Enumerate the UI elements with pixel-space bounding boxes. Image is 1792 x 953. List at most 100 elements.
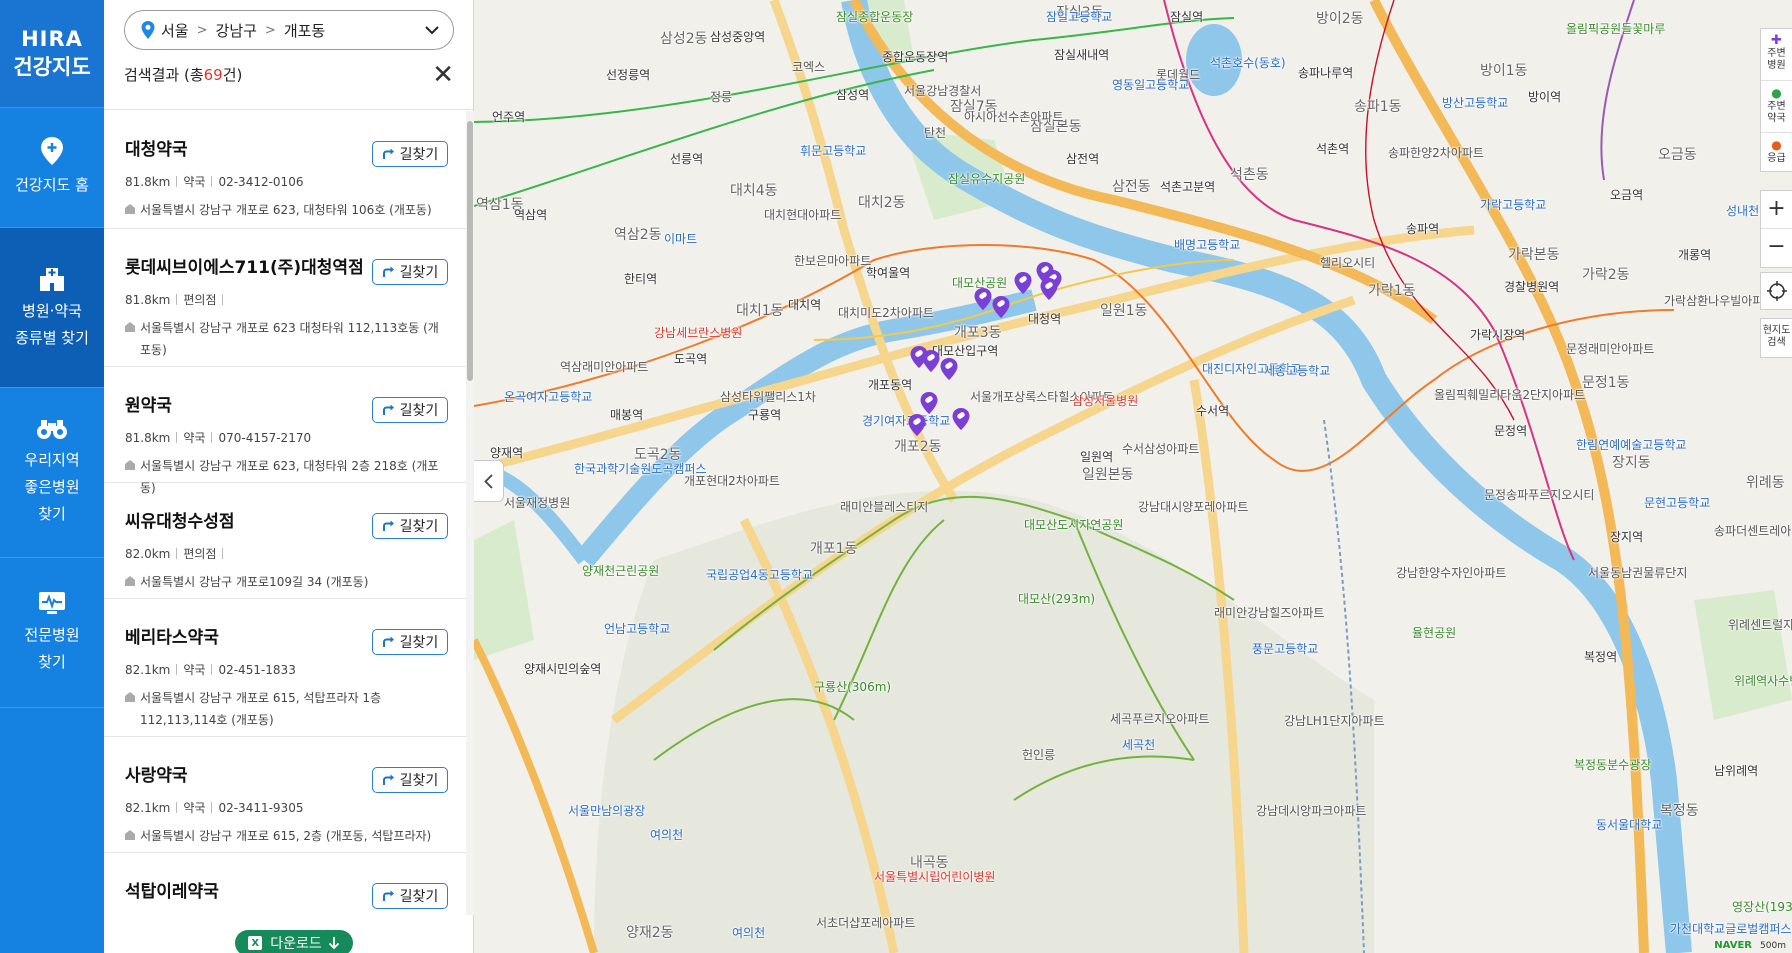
map-label: 양재2동 (626, 925, 674, 941)
result-address: 서울특별시 강남구 개포로 623 대청타워 112,113호동 (개포동) (140, 321, 439, 357)
map-label: 잠실역 (1170, 10, 1204, 24)
map-label: 대치현대아파트 (764, 208, 842, 222)
route-button[interactable]: 길찾기 (372, 259, 448, 285)
map-label: 성내천 (1726, 204, 1760, 218)
location-selector[interactable]: 서울 > 강남구 > 개포동 (124, 10, 454, 50)
crosshair-icon (1766, 281, 1787, 301)
map-label: 남위례역 (1714, 764, 1759, 778)
map-label: 서울재정병원 (504, 496, 571, 510)
location-pin-icon (141, 21, 155, 39)
map-label: 대모산도시자연공원 (1024, 518, 1124, 532)
map-label: 강남LH1단지아파트 (1284, 714, 1385, 728)
map-label: 헌인릉 (1022, 748, 1056, 762)
map-label: 삼성역 (836, 88, 870, 102)
list-item[interactable]: 씨유대청수성점 길찾기 82.0km 편의점 서울특별시 강남구 개포로109길 … (104, 483, 466, 599)
emergency-icon: ● (1771, 138, 1782, 152)
pharmacy-marker-icon[interactable] (974, 288, 992, 310)
result-meta: 82.1km 약국 02-3411-9305 (125, 799, 448, 816)
nav-item-good-hospital[interactable]: 우리지역 좋은병원 찾기 (0, 388, 104, 558)
collapse-panel-button[interactable] (474, 460, 504, 502)
map-label: 오금동 (1658, 147, 1697, 163)
nav-item-specialty-label: 전문병원 찾기 (24, 625, 80, 671)
my-location-button[interactable] (1760, 272, 1792, 310)
zoom-in-button[interactable]: + (1761, 191, 1792, 229)
map-label: 개포현대2차아파트 (684, 474, 780, 488)
list-item[interactable]: 롯데씨브이에스711(주)대청역점 길찾기 81.8km 편의점 서울특별시 강남… (104, 229, 466, 367)
list-item[interactable]: 사랑약국 길찾기 82.1km 약국 02-3411-9305 서울특별시 강남구 … (104, 737, 466, 853)
close-icon[interactable]: ✕ (432, 62, 454, 88)
home-icon (125, 576, 135, 586)
map-label: 위례동 (1746, 475, 1785, 491)
map-label: 헬리오시티 (1320, 256, 1376, 270)
route-label: 길찾기 (399, 889, 439, 905)
search-this-area-button[interactable]: 현지도 검색 (1760, 318, 1792, 358)
result-panel: 서울 > 강남구 > 개포동 검색결과 (총 69 건) ✕ 대청약국 길찾기 8… (104, 0, 474, 953)
nav-item-specialty[interactable]: 전문병원 찾기 (0, 558, 104, 708)
map-label: 서울특별시립어린이병원 (874, 870, 996, 884)
pharmacy-marker-icon[interactable] (908, 414, 926, 436)
map-label: 복정역 (1584, 650, 1618, 664)
route-arrow-icon (382, 890, 394, 901)
map-label: 종합운동장역 (882, 50, 949, 64)
nav-item-home[interactable]: 건강지도 홈 (0, 108, 104, 228)
map-label: 강남한양수자인아파트 (1396, 566, 1507, 580)
list-item[interactable]: 대청약국 길찾기 81.8km 약국 02-3412-0106 서울특별시 강남구 … (104, 111, 466, 229)
map-label: 삼성2동 (660, 31, 708, 47)
map-label: 대치2동 (858, 195, 906, 211)
map-label: 대모산입구역 (932, 344, 999, 358)
nav-item-hospital-type[interactable]: 병원·약국 종류별 찾기 (0, 228, 104, 388)
scrollbar-thumb[interactable] (467, 121, 473, 381)
route-arrow-icon (382, 404, 394, 415)
download-button[interactable]: X 다운로드 (235, 930, 353, 953)
list-item[interactable]: 석탑이레약국 길찾기 (104, 853, 466, 915)
pharmacy-marker-icon[interactable] (1040, 278, 1058, 300)
map-label: 잠실종합운동장 (836, 10, 914, 24)
nav-item-good-hospital-label: 우리지역 좋은병원 찾기 (24, 451, 80, 523)
list-item[interactable]: 원약국 길찾기 81.8km 약국 070-4157-2170 서울특별시 강남구 … (104, 367, 466, 495)
map-label: 석촌고분역 (1160, 180, 1216, 194)
logo-line1: HIRA (21, 26, 83, 51)
result-list[interactable]: 대청약국 길찾기 81.8km 약국 02-3412-0106 서울특별시 강남구 … (104, 111, 466, 915)
map-label: 풍문고등학교 (1252, 642, 1319, 656)
list-item[interactable]: 베리타스약국 길찾기 82.1km 약국 02-451-1833 서울특별시 강남구… (104, 599, 466, 737)
nearby-hospital-button[interactable]: ✚ 주변 병원 (1761, 29, 1792, 81)
map-label: 방이1동 (1480, 63, 1528, 79)
pharmacy-marker-icon[interactable] (922, 350, 940, 372)
zoom-out-button[interactable]: − (1761, 229, 1792, 267)
map-label: 아시아선수촌아파트 (964, 110, 1064, 124)
map-label: 잠실유수지공원 (948, 172, 1026, 186)
location-pin-icon (41, 137, 63, 165)
result-count-row: 검색결과 (총 69 건) ✕ (124, 62, 454, 88)
home-icon (125, 692, 135, 702)
result-list-scrollbar[interactable] (466, 111, 474, 915)
pharmacy-marker-icon[interactable] (992, 296, 1010, 318)
map-label: 가락고등학교 (1480, 198, 1547, 212)
result-distance: 81.8km (125, 292, 171, 307)
main-nav: HIRA 건강지도 건강지도 홈 병원·약국 종류별 찾기 우리지역 좋은병원 … (0, 0, 104, 953)
map-label: 배명고등학교 (1174, 238, 1241, 252)
pharmacy-marker-icon[interactable] (952, 408, 970, 430)
route-button[interactable]: 길찾기 (372, 629, 448, 655)
route-button[interactable]: 길찾기 (372, 883, 448, 909)
pharmacy-marker-icon[interactable] (1014, 272, 1032, 294)
chevron-left-icon (484, 473, 493, 489)
route-button[interactable]: 길찾기 (372, 397, 448, 423)
map[interactable]: 잠실3동 방이2동 잠실역 삼성2동 삼성중앙역 잠실종합운동장 잠일고등학교 종합운동장역 잠… (474, 0, 1792, 953)
nearby-pharmacy-button[interactable]: ● 주변 약국 (1761, 81, 1792, 133)
pharmacy-marker-icon[interactable] (920, 392, 938, 414)
nearby-hospital-label: 주변 병원 (1767, 48, 1786, 71)
map-label: 가락본동 (1508, 247, 1560, 263)
result-meta: 81.8km 약국 070-4157-2170 (125, 429, 448, 446)
map-label: 일원본동 (1082, 467, 1134, 483)
logo[interactable]: HIRA 건강지도 (0, 0, 104, 108)
emergency-button[interactable]: ● 응급 (1761, 133, 1792, 171)
pharmacy-marker-icon[interactable] (940, 358, 958, 380)
nav-item-home-label: 건강지도 홈 (15, 176, 89, 194)
map-label: 학여울역 (866, 266, 911, 280)
route-button[interactable]: 길찾기 (372, 141, 448, 167)
map-label: 역삼2동 (614, 227, 662, 243)
map-label: 대청역 (1028, 312, 1062, 326)
route-button[interactable]: 길찾기 (372, 767, 448, 793)
map-label: 여의천 (650, 828, 684, 842)
route-button[interactable]: 길찾기 (372, 513, 448, 539)
